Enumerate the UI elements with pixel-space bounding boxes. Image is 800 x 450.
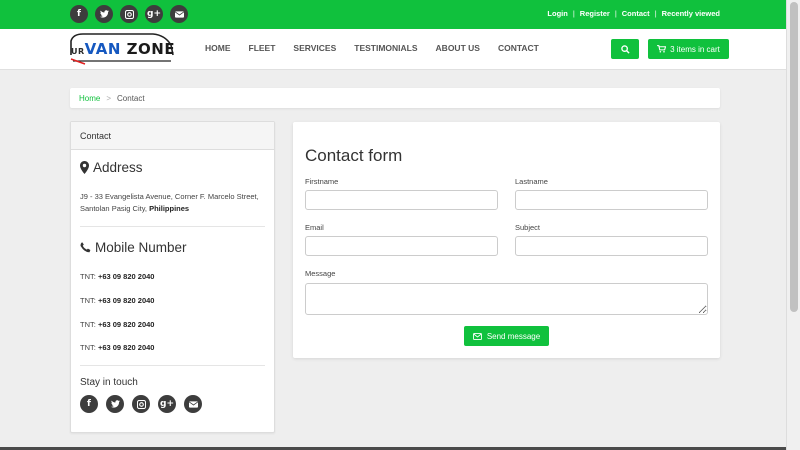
register-link[interactable]: Register [580, 9, 610, 18]
nav-fleet[interactable]: FLEET [249, 43, 276, 53]
contact-link[interactable]: Contact [622, 9, 650, 18]
phone-line: TNT: +63 09 820 2040 [80, 272, 154, 281]
login-link[interactable]: Login [547, 9, 567, 18]
address-heading-text: Address [93, 160, 143, 175]
phone-carrier: TNT: [80, 296, 96, 305]
phone-carrier: TNT: [80, 272, 96, 281]
separator: | [654, 9, 657, 18]
instagram-icon[interactable] [120, 5, 138, 23]
phone-carrier: TNT: [80, 320, 96, 329]
envelope-icon [472, 332, 482, 340]
divider [80, 226, 265, 227]
search-button[interactable] [611, 39, 639, 59]
phone-carrier: TNT: [80, 343, 96, 352]
search-icon [620, 44, 630, 54]
page-scrollbar[interactable] [786, 0, 800, 450]
divider [80, 365, 265, 366]
recently-viewed-link[interactable]: Recently viewed [662, 9, 720, 18]
phone-number[interactable]: +63 09 820 2040 [98, 296, 155, 305]
nav-about-us[interactable]: ABOUT US [436, 43, 480, 53]
contact-info-panel: Contact Address J9 - 33 Evangelista Aven… [70, 121, 275, 433]
top-bar: f g+ Login | Register | Contact | Recent… [0, 0, 800, 29]
contact-panel-title: Contact [71, 122, 274, 150]
phone-number[interactable]: +63 09 820 2040 [98, 320, 155, 329]
nav-testimonials[interactable]: TESTIMONIALS [354, 43, 417, 53]
envelope-icon[interactable] [170, 5, 188, 23]
address-country: Philippines [149, 204, 190, 213]
breadcrumb-current: Contact [117, 93, 145, 103]
firstname-input[interactable] [305, 190, 498, 210]
top-social-links: f g+ [70, 5, 188, 23]
email-label: Email [305, 223, 324, 232]
mobile-heading: Mobile Number [80, 240, 187, 255]
message-textarea[interactable] [305, 283, 708, 315]
phone-line: TNT: +63 09 820 2040 [80, 296, 154, 305]
cart-label: 3 items in cart [670, 44, 720, 54]
address-text: J9 - 33 Evangelista Avenue, Corner F. Ma… [80, 191, 260, 215]
logo-zone: ZONE [126, 40, 176, 58]
breadcrumb-separator: > [106, 93, 112, 103]
subject-input[interactable] [515, 236, 708, 256]
map-marker-icon [80, 161, 89, 174]
subject-label: Subject [515, 223, 541, 232]
facebook-icon[interactable]: f [70, 5, 88, 23]
email-input[interactable] [305, 236, 498, 256]
send-message-label: Send message [486, 331, 541, 341]
phone-icon [80, 242, 91, 253]
send-message-button[interactable]: Send message [464, 326, 549, 346]
separator: | [614, 9, 617, 18]
google-plus-icon[interactable]: g+ [145, 5, 163, 23]
address-heading: Address [80, 160, 143, 175]
instagram-icon[interactable] [132, 395, 150, 413]
contact-form-panel: Contact form Firstname Lastname Email Su… [293, 122, 720, 358]
twitter-icon[interactable] [95, 5, 113, 23]
logo-van: VAN [84, 40, 121, 58]
phone-number[interactable]: +63 09 820 2040 [98, 272, 155, 281]
phone-line: TNT: +63 09 820 2040 [80, 320, 154, 329]
nav-home[interactable]: HOME [205, 43, 231, 53]
envelope-icon[interactable] [184, 395, 202, 413]
sidebar-social-links: f g+ [80, 395, 202, 413]
firstname-label: Firstname [305, 177, 339, 186]
separator: | [572, 9, 575, 18]
top-links: Login | Register | Contact | Recently vi… [547, 9, 720, 18]
contact-form-title: Contact form [305, 146, 403, 165]
lastname-label: Lastname [515, 177, 548, 186]
cart-button[interactable]: 3 items in cart [648, 39, 729, 59]
scrollbar-thumb[interactable] [790, 2, 798, 312]
site-logo[interactable]: URVAN ZONE [67, 31, 175, 67]
main-menu: HOME FLEET SERVICES TESTIMONIALS ABOUT U… [205, 43, 539, 53]
cart-icon [657, 45, 667, 53]
google-plus-icon[interactable]: g+ [158, 395, 176, 413]
stay-in-touch-heading: Stay in touch [80, 377, 138, 388]
lastname-input[interactable] [515, 190, 708, 210]
mobile-heading-text: Mobile Number [95, 240, 187, 255]
nav-services[interactable]: SERVICES [293, 43, 336, 53]
breadcrumb-home[interactable]: Home [79, 94, 100, 103]
message-label: Message [305, 269, 336, 278]
twitter-icon[interactable] [106, 395, 124, 413]
logo-wordmark: URVAN ZONE [71, 40, 175, 58]
nav-contact[interactable]: CONTACT [498, 43, 539, 53]
logo-ur: UR [71, 47, 85, 56]
facebook-icon[interactable]: f [80, 395, 98, 413]
phone-line: TNT: +63 09 820 2040 [80, 343, 154, 352]
breadcrumb: Home > Contact [70, 88, 720, 108]
phone-number[interactable]: +63 09 820 2040 [98, 343, 155, 352]
main-navbar: URVAN ZONE HOME FLEET SERVICES TESTIMONI… [0, 29, 800, 70]
